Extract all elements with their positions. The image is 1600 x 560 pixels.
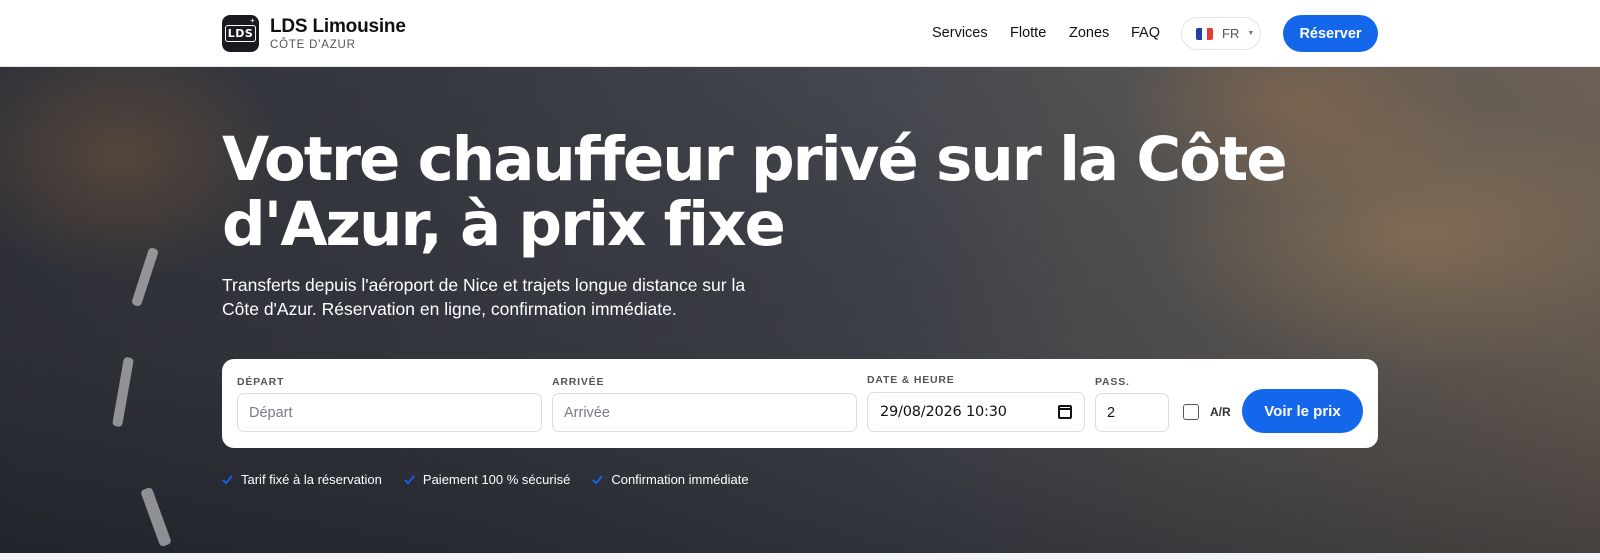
brand-logo-icon[interactable]: LDS xyxy=(222,15,259,52)
nav-link-flotte[interactable]: Flotte xyxy=(1010,25,1046,41)
check-icon xyxy=(222,475,233,485)
brand-name[interactable]: LDS Limousine xyxy=(270,16,406,38)
round-trip-label: A/R xyxy=(1210,405,1231,419)
datetime-value: 29/08/2026 10:30 xyxy=(880,404,1007,420)
arrival-input[interactable] xyxy=(552,393,857,432)
booking-form: DÉPART ARRIVÉE DATE & HEURE 29/08/2026 1… xyxy=(222,359,1378,448)
feature-item: Paiement 100 % sécurisé xyxy=(404,472,570,487)
site-header: LDS LDS Limousine CÔTE D'AZUR Services F… xyxy=(0,0,1600,67)
nav-link-faq[interactable]: FAQ xyxy=(1131,25,1160,41)
passengers-label: PASS. xyxy=(1095,376,1130,388)
check-icon xyxy=(404,475,415,485)
section-divider xyxy=(0,553,1600,560)
see-price-button[interactable]: Voir le prix xyxy=(1242,389,1363,433)
features-list: Tarif fixé à la réservation Paiement 100… xyxy=(222,472,749,487)
arrival-label: ARRIVÉE xyxy=(552,376,605,388)
nav-link-zones[interactable]: Zones xyxy=(1069,25,1109,41)
feature-item: Confirmation immédiate xyxy=(592,472,749,487)
hero-section: Votre chauffeur privé sur la Côte d'Azur… xyxy=(0,67,1600,553)
check-icon xyxy=(592,475,604,485)
language-selector[interactable]: FR ▼ xyxy=(1181,17,1261,50)
round-trip-checkbox[interactable] xyxy=(1183,404,1199,420)
reserve-button[interactable]: Réserver xyxy=(1283,15,1378,52)
departure-input[interactable] xyxy=(237,393,542,432)
feature-label: Tarif fixé à la réservation xyxy=(241,472,382,487)
feature-label: Confirmation immédiate xyxy=(611,472,749,487)
france-flag-icon xyxy=(1196,27,1213,40)
feature-item: Tarif fixé à la réservation xyxy=(222,472,382,487)
logo-text: LDS xyxy=(224,25,257,42)
language-code: FR xyxy=(1222,26,1240,41)
passengers-input[interactable] xyxy=(1095,393,1169,432)
departure-label: DÉPART xyxy=(237,376,285,388)
feature-label: Paiement 100 % sécurisé xyxy=(422,472,571,487)
hero-subtitle: Transferts depuis l'aéroport de Nice et … xyxy=(222,275,746,319)
datetime-input[interactable]: 29/08/2026 10:30 xyxy=(867,392,1085,432)
star-icon xyxy=(250,18,255,23)
nav-link-services[interactable]: Services xyxy=(932,25,988,41)
datetime-label: DATE & HEURE xyxy=(867,374,955,386)
brand-tagline: CÔTE D'AZUR xyxy=(270,39,356,51)
hero-title: Votre chauffeur privé sur la Côte d'Azur… xyxy=(222,124,1288,260)
calendar-icon[interactable] xyxy=(1058,405,1072,419)
chevron-down-icon: ▼ xyxy=(1247,30,1255,37)
